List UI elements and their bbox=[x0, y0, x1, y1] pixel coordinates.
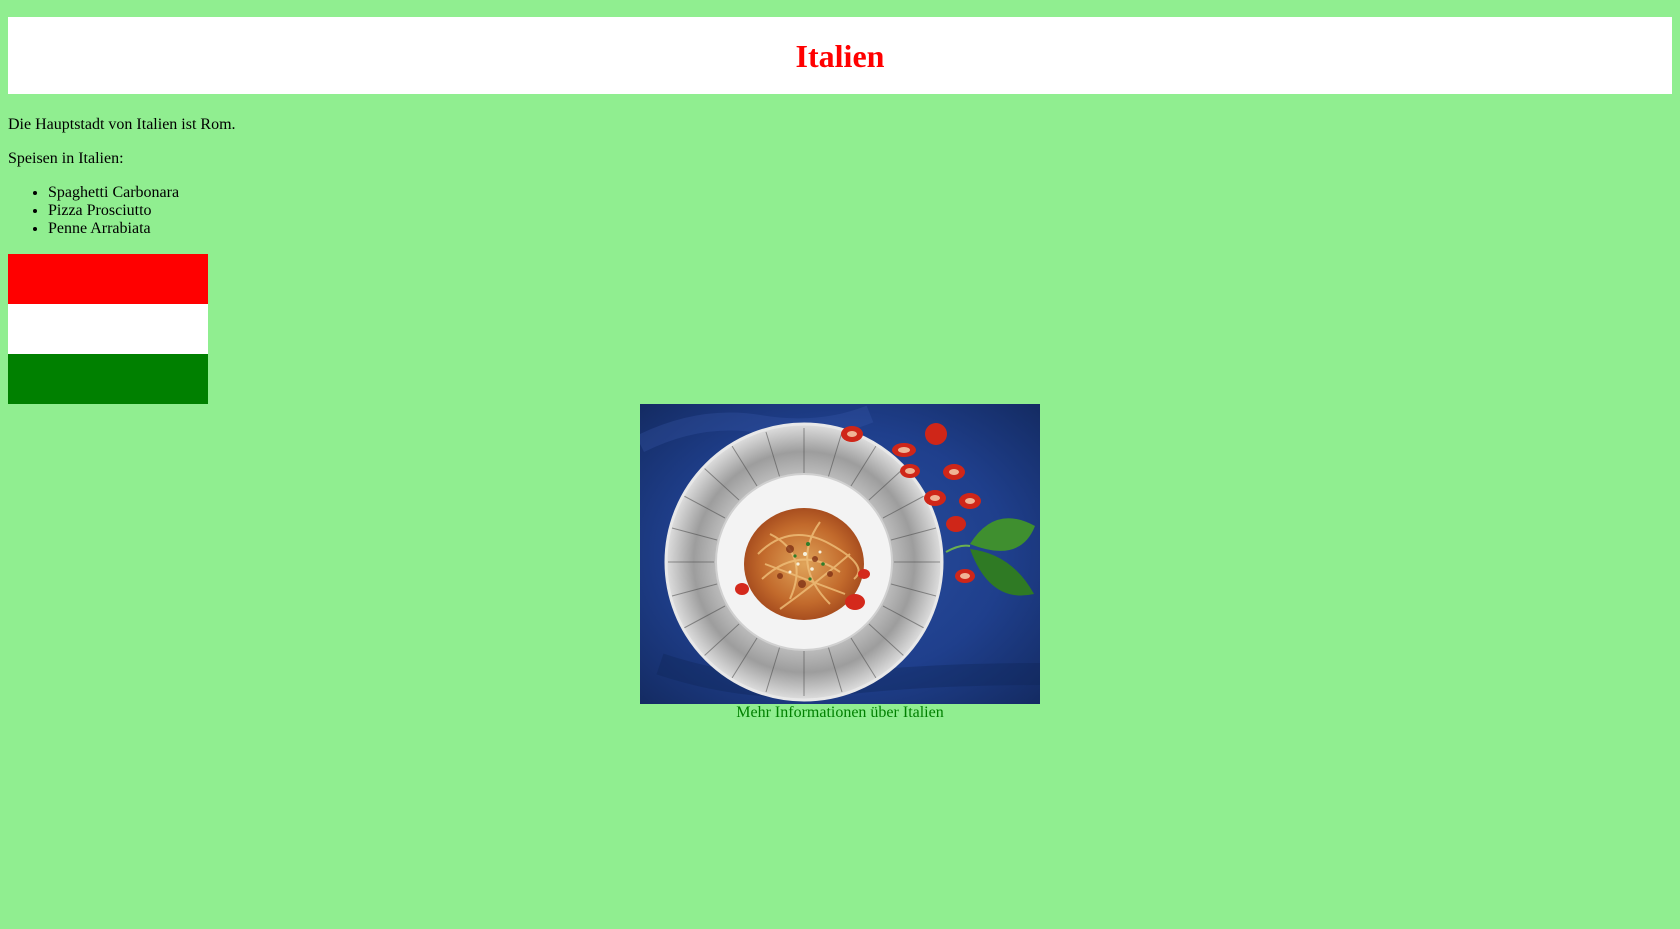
flag-stripe-green bbox=[8, 354, 208, 404]
italy-flag-image bbox=[8, 254, 208, 404]
flag-stripe-white bbox=[8, 304, 208, 354]
flag-stripe-red bbox=[8, 254, 208, 304]
foods-label: Speisen in Italien: bbox=[8, 150, 124, 167]
food-item: Spaghetti Carbonara bbox=[48, 184, 179, 202]
food-item: Penne Arrabiata bbox=[48, 220, 179, 238]
page-container: Italien Die Hauptstadt von Italien ist R… bbox=[8, 17, 1672, 721]
page-title: Italien bbox=[795, 37, 885, 74]
more-info-link[interactable]: Mehr Informationen über Italien bbox=[8, 704, 1672, 722]
pasta-photo bbox=[640, 404, 1040, 704]
food-list: Spaghetti Carbonara Pizza Prosciutto Pen… bbox=[8, 184, 179, 238]
capital-text: Die Hauptstadt von Italien ist Rom. bbox=[8, 116, 236, 133]
food-item: Pizza Prosciutto bbox=[48, 202, 179, 220]
page-header: Italien bbox=[8, 17, 1672, 94]
